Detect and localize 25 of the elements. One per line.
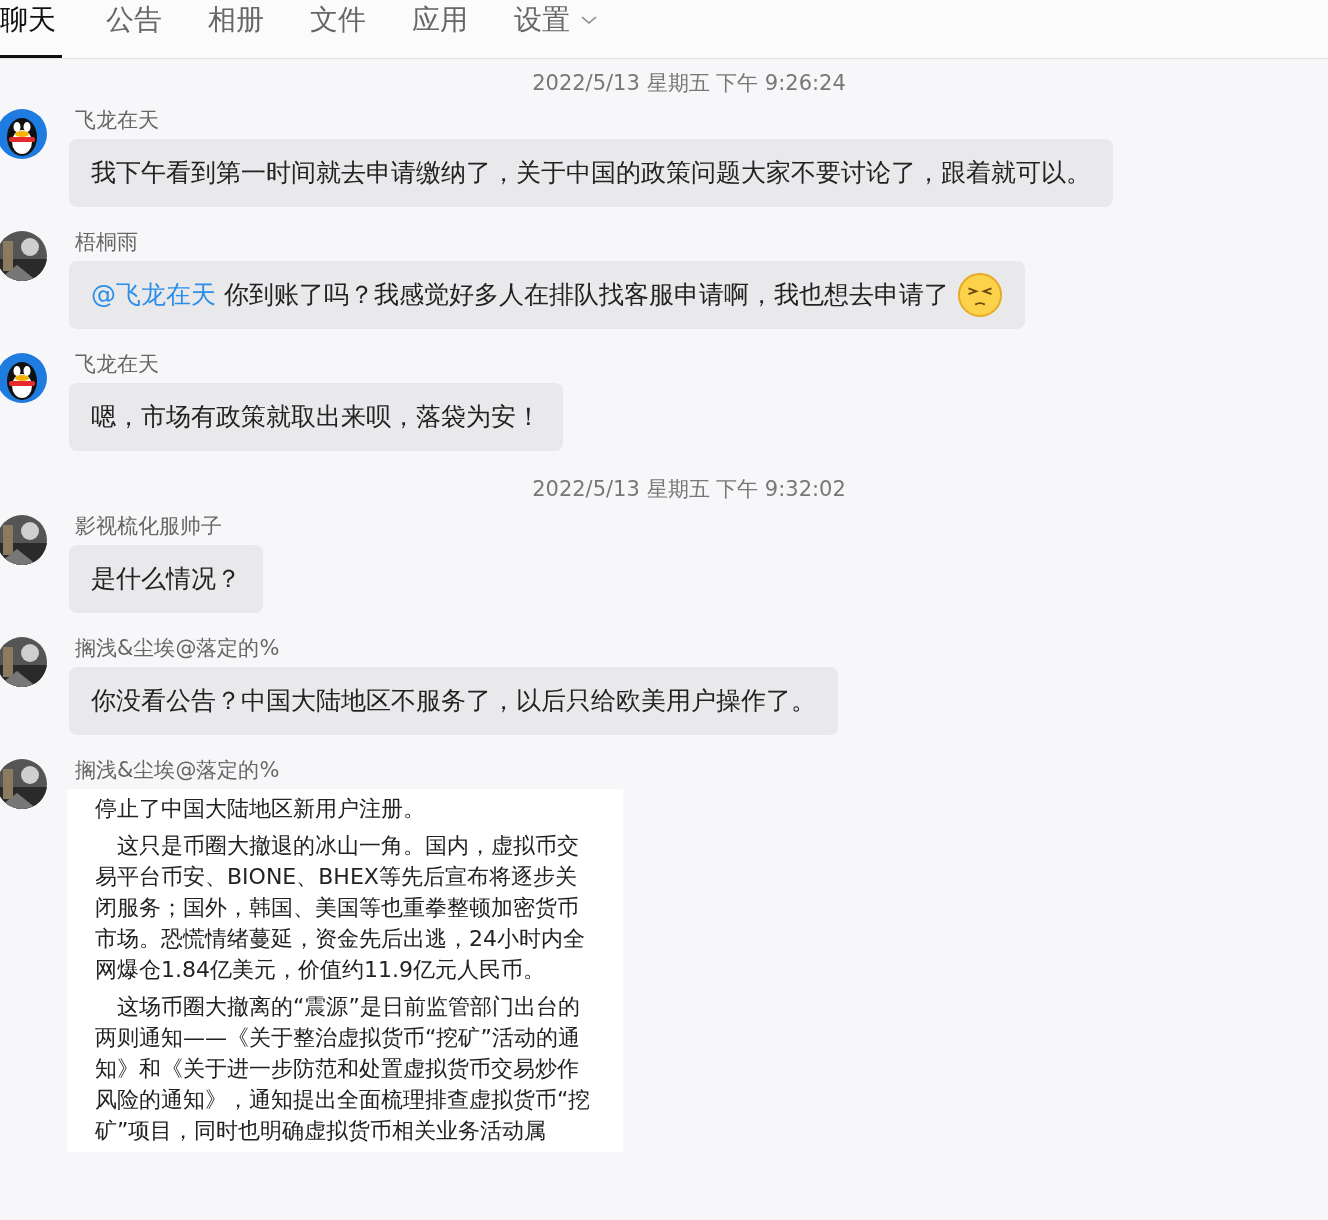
timestamp: 2022/5/13 星期五 下午 9:26:24 xyxy=(532,70,846,97)
tab[interactable]: 公告 xyxy=(104,0,164,58)
message-text: 你没看公告？中国大陆地区不服务了，以后只给欧美用户操作了。 xyxy=(91,685,816,717)
tab[interactable]: 设置 xyxy=(512,0,600,58)
tab[interactable]: 应用 xyxy=(410,0,470,58)
sender-name: 搁浅&尘埃@落定的% xyxy=(75,757,280,784)
sender-name: 影视梳化服帅子 xyxy=(75,513,222,540)
timestamp: 2022/5/13 星期五 下午 9:32:02 xyxy=(532,476,846,503)
penguin-avatar[interactable] xyxy=(0,353,47,403)
mention-link[interactable]: @飞龙在天 xyxy=(91,279,216,311)
sender-name: 梧桐雨 xyxy=(75,229,138,256)
article-paragraph: 这场币圈大撤离的“震源”是日前监管部门出台的两则通知——《关于整治虚拟货币“挖矿”活动的通知》和《关于进一步防范和处置虚拟货币交易炒作风险的通知》，通知提出全面梳理排查虚拟货币“挖矿”项目，同时也明确虚拟货币相关业务活动属 xyxy=(95,993,592,1145)
tab[interactable]: 相册 xyxy=(206,0,266,58)
tab[interactable]: 聊天 xyxy=(0,0,62,58)
sender-name: 飞龙在天 xyxy=(75,351,159,378)
penguin-avatar[interactable] xyxy=(0,109,47,159)
sender-name: 飞龙在天 xyxy=(75,107,159,134)
message-text: 你到账了吗？我感觉好多人在排队找客服申请啊，我也想去申请了 xyxy=(224,279,949,311)
article-paragraph: 这只是币圈大撤退的冰山一角。国内，虚拟币交易平台币安、BIONE、BHEX等先后宣布将逐步关闭服务；国外，韩国、美国等也重拳整顿加密货币市场。恐慌情绪蔓延，资金先后出逃，24小时内全网爆仓1.84亿美元，价值约11.9亿元人民币。 xyxy=(95,832,586,984)
tab[interactable]: 文件 xyxy=(308,0,368,58)
message-text: 我下午看到第一时间就去申请缴纳了，关于中国的政策问题大家不要讨论了，跟着就可以。 xyxy=(91,157,1091,189)
article-paragraph: 停止了中国大陆地区新用户注册。 xyxy=(95,795,426,823)
sender-name: 搁浅&尘埃@落定的% xyxy=(75,635,280,662)
message-text: 嗯，市场有政策就取出来呗，落袋为安！ xyxy=(91,401,541,433)
message-text: 是什么情况？ xyxy=(91,563,241,595)
